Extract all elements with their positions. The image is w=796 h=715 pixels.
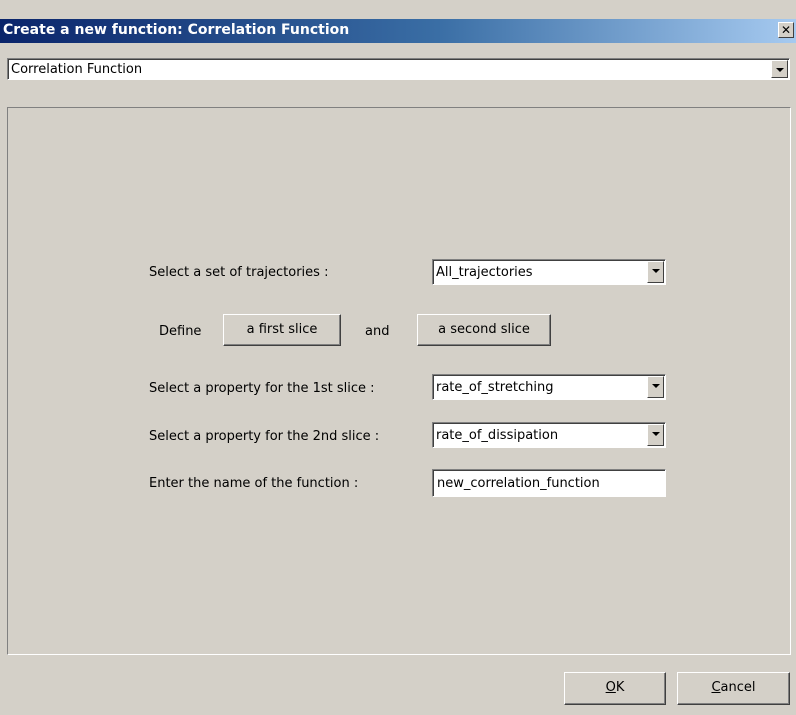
function-type-dropdown[interactable]: Correlation Function: [7, 58, 790, 80]
first-slice-button[interactable]: a first slice: [223, 314, 341, 346]
property2-dropdown[interactable]: rate_of_dissipation: [432, 422, 666, 448]
chevron-down-icon[interactable]: [647, 376, 664, 398]
cancel-label-rest: ancel: [720, 680, 756, 695]
function-settings-panel: [7, 107, 791, 655]
function-name-input[interactable]: [432, 469, 666, 497]
ok-mnemonic: O: [605, 680, 616, 695]
window-titlebar: Create a new function: Correlation Funct…: [0, 19, 796, 43]
and-label: and: [365, 324, 390, 339]
ok-label-rest: K: [615, 680, 625, 695]
cancel-mnemonic: C: [711, 680, 721, 695]
property2-label: Select a property for the 2nd slice :: [149, 429, 380, 444]
close-icon[interactable]: ✕: [778, 22, 794, 38]
chevron-down-icon[interactable]: [771, 60, 788, 78]
ok-button[interactable]: OK: [564, 672, 666, 705]
property1-label: Select a property for the 1st slice :: [149, 381, 375, 396]
property1-dropdown[interactable]: rate_of_stretching: [432, 374, 666, 400]
chevron-down-icon[interactable]: [647, 261, 664, 283]
function-type-value: Correlation Function: [11, 62, 143, 77]
trajectories-value: All_trajectories: [436, 265, 533, 280]
trajectories-dropdown[interactable]: All_trajectories: [432, 259, 666, 285]
window-title: Create a new function: Correlation Funct…: [3, 22, 350, 38]
trajectories-label: Select a set of trajectories :: [149, 265, 329, 280]
property1-value: rate_of_stretching: [436, 380, 554, 395]
second-slice-button[interactable]: a second slice: [417, 314, 551, 346]
function-name-label: Enter the name of the function :: [149, 476, 359, 491]
chevron-down-icon[interactable]: [647, 424, 664, 446]
property2-value: rate_of_dissipation: [436, 428, 559, 443]
define-label: Define: [159, 324, 202, 339]
cancel-button[interactable]: Cancel: [677, 672, 790, 705]
